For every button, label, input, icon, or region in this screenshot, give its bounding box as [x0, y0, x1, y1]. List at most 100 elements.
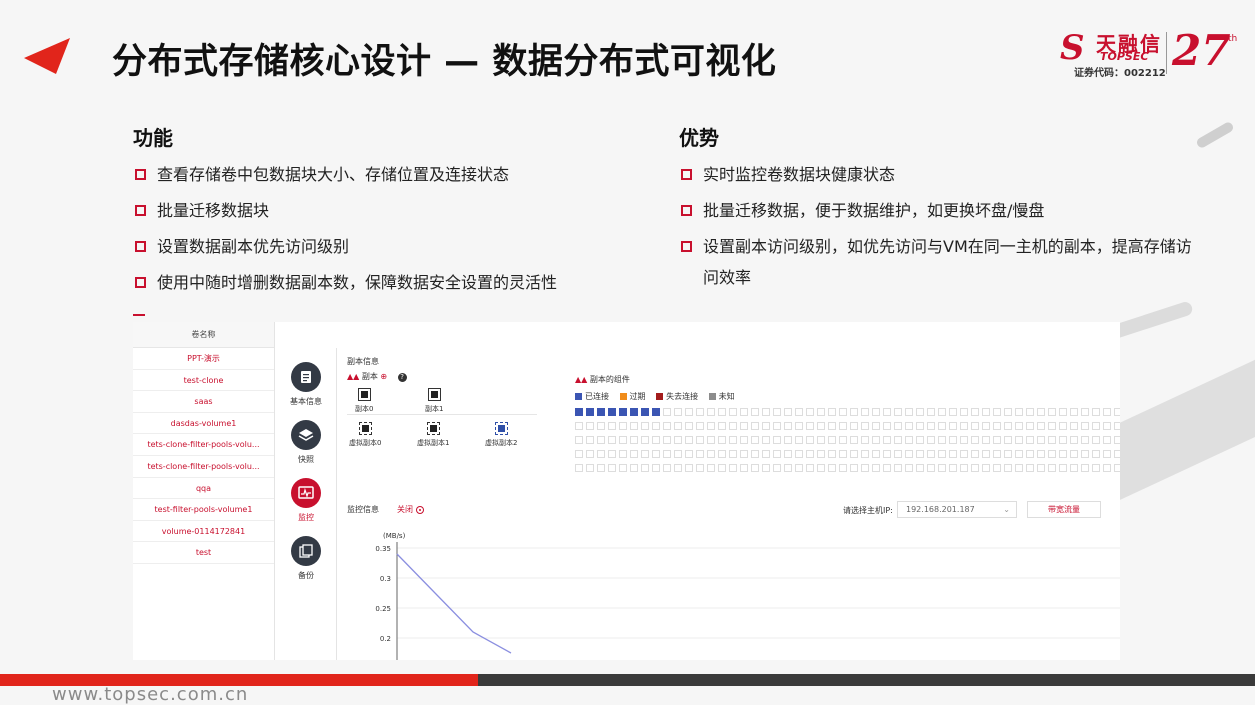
component-cell[interactable]	[850, 436, 858, 444]
component-cell[interactable]	[641, 422, 649, 430]
component-cell[interactable]	[1004, 436, 1012, 444]
component-cell[interactable]	[1026, 464, 1034, 472]
component-cell[interactable]	[828, 436, 836, 444]
component-cell[interactable]	[707, 450, 715, 458]
component-cell[interactable]	[916, 408, 924, 416]
component-cell[interactable]	[960, 436, 968, 444]
component-cell[interactable]	[674, 450, 682, 458]
component-cell[interactable]	[1015, 422, 1023, 430]
component-cell[interactable]	[773, 408, 781, 416]
volume-list-item[interactable]: test-filter-pools-volume1	[133, 499, 274, 521]
component-cell[interactable]	[740, 408, 748, 416]
component-cell[interactable]	[1015, 450, 1023, 458]
component-cell[interactable]	[773, 422, 781, 430]
component-cell[interactable]	[960, 450, 968, 458]
component-cell[interactable]	[916, 436, 924, 444]
component-cell[interactable]	[927, 422, 935, 430]
component-cell[interactable]	[641, 436, 649, 444]
component-cell[interactable]	[1070, 450, 1078, 458]
component-cell[interactable]	[1081, 450, 1089, 458]
component-cell[interactable]	[762, 422, 770, 430]
component-cell[interactable]	[619, 422, 627, 430]
host-ip-select[interactable]: 192.168.201.187 ⌄	[897, 501, 1017, 518]
component-cell[interactable]	[1015, 464, 1023, 472]
component-cell[interactable]	[817, 408, 825, 416]
nav-item-backup[interactable]: 备份	[275, 536, 337, 581]
component-cell[interactable]	[1026, 408, 1034, 416]
component-cell[interactable]	[663, 436, 671, 444]
component-cell[interactable]	[883, 450, 891, 458]
component-cell[interactable]	[806, 422, 814, 430]
virtual-replica-node[interactable]: 虚拟副本1	[417, 422, 449, 448]
component-cell[interactable]	[586, 408, 594, 416]
component-cell[interactable]	[883, 464, 891, 472]
component-cell[interactable]	[718, 422, 726, 430]
volume-list-item[interactable]: PPT-演示	[133, 348, 274, 370]
component-cell[interactable]	[982, 450, 990, 458]
component-cell[interactable]	[652, 436, 660, 444]
component-cell[interactable]	[696, 464, 704, 472]
component-cell[interactable]	[663, 408, 671, 416]
component-cell[interactable]	[652, 408, 660, 416]
component-cell[interactable]	[729, 408, 737, 416]
virtual-replica-node[interactable]: 虚拟副本0	[349, 422, 381, 448]
component-cell[interactable]	[949, 422, 957, 430]
component-cell[interactable]	[1059, 422, 1067, 430]
component-cell[interactable]	[938, 450, 946, 458]
nav-item-snapshot[interactable]: 快照	[275, 420, 337, 465]
component-cell[interactable]	[971, 436, 979, 444]
component-cell[interactable]	[718, 436, 726, 444]
component-cell[interactable]	[762, 436, 770, 444]
component-cell[interactable]	[982, 436, 990, 444]
component-cell[interactable]	[751, 436, 759, 444]
component-cell[interactable]	[773, 436, 781, 444]
component-cell[interactable]	[927, 464, 935, 472]
component-cell[interactable]	[784, 408, 792, 416]
component-cell[interactable]	[949, 464, 957, 472]
component-cell[interactable]	[1114, 422, 1120, 430]
component-cell[interactable]	[1048, 464, 1056, 472]
component-cell[interactable]	[982, 464, 990, 472]
component-cell[interactable]	[795, 422, 803, 430]
component-cell[interactable]	[586, 450, 594, 458]
component-cell[interactable]	[630, 464, 638, 472]
component-cell[interactable]	[674, 436, 682, 444]
component-cell[interactable]	[938, 408, 946, 416]
volume-list-item[interactable]: test	[133, 542, 274, 564]
component-cell[interactable]	[1059, 436, 1067, 444]
volume-list-item[interactable]: test-clone	[133, 370, 274, 392]
component-cell[interactable]	[905, 436, 913, 444]
component-cell[interactable]	[960, 422, 968, 430]
component-cell[interactable]	[630, 450, 638, 458]
component-cell[interactable]	[883, 436, 891, 444]
component-cell[interactable]	[1004, 464, 1012, 472]
add-replica-icon[interactable]: ⊕	[380, 372, 387, 381]
component-cell[interactable]	[663, 450, 671, 458]
component-cell[interactable]	[696, 408, 704, 416]
component-cell[interactable]	[971, 422, 979, 430]
component-cell[interactable]	[839, 436, 847, 444]
component-cell[interactable]	[1004, 422, 1012, 430]
component-cell[interactable]	[795, 436, 803, 444]
component-cell[interactable]	[839, 408, 847, 416]
component-cell[interactable]	[597, 408, 605, 416]
nav-item-basic-info[interactable]: 基本信息	[275, 362, 337, 407]
component-cell[interactable]	[1103, 422, 1111, 430]
component-cell[interactable]	[982, 408, 990, 416]
component-cell[interactable]	[1092, 408, 1100, 416]
component-cell[interactable]	[850, 408, 858, 416]
component-cell[interactable]	[894, 436, 902, 444]
volume-list-item[interactable]: qqa	[133, 478, 274, 500]
replica-node[interactable]: 副本0	[355, 388, 373, 414]
component-cell[interactable]	[872, 422, 880, 430]
component-cell[interactable]	[729, 422, 737, 430]
component-cell[interactable]	[608, 422, 616, 430]
component-cell[interactable]	[1103, 450, 1111, 458]
component-cell[interactable]	[751, 450, 759, 458]
component-cell[interactable]	[971, 464, 979, 472]
component-cell[interactable]	[839, 450, 847, 458]
component-cell[interactable]	[740, 450, 748, 458]
component-cell[interactable]	[652, 450, 660, 458]
component-cell[interactable]	[894, 450, 902, 458]
component-cell[interactable]	[839, 464, 847, 472]
